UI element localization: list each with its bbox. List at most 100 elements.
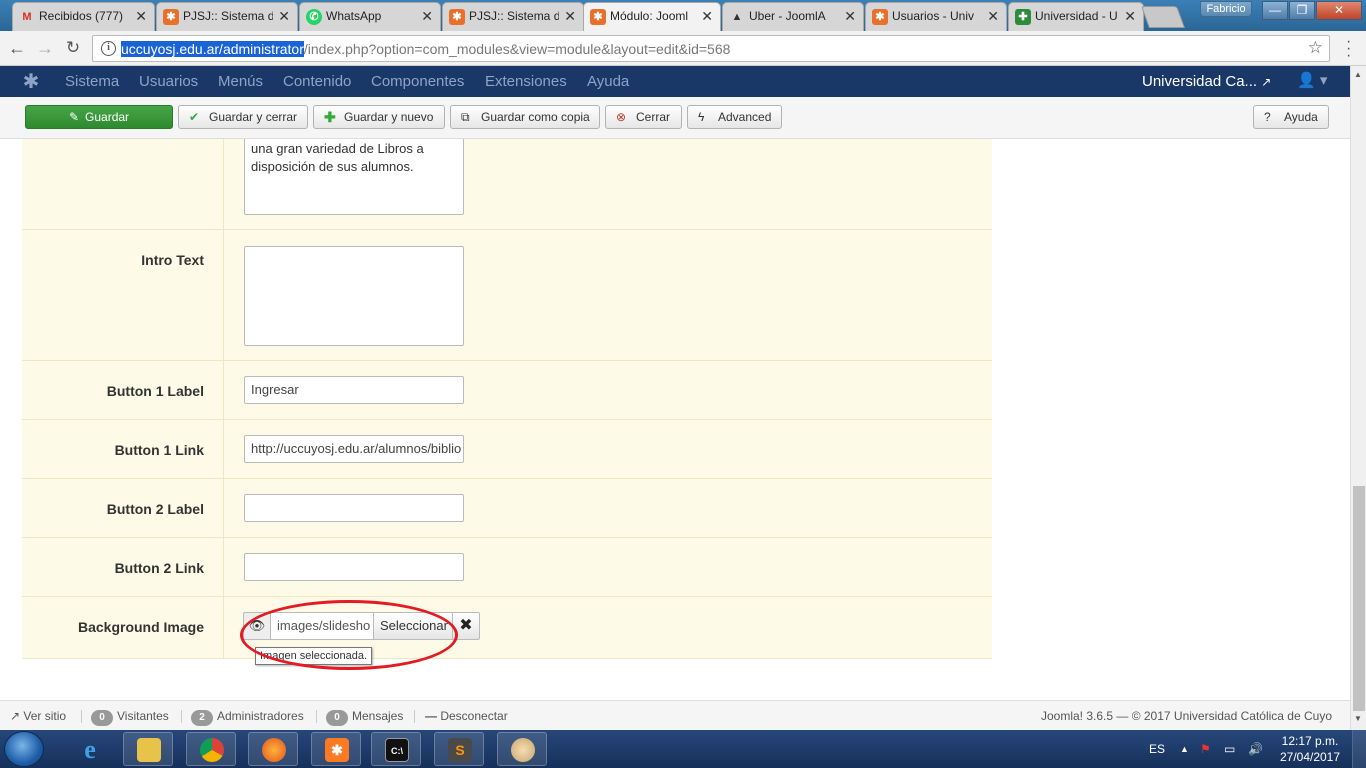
page-scrollbar[interactable]: ▲ ▼ xyxy=(1350,66,1366,730)
url-text[interactable]: uccuyosj.edu.ar/administrator/index.php?… xyxy=(121,41,730,57)
joomla-logo-icon[interactable]: ✱ xyxy=(20,71,42,93)
close-window-icon[interactable]: ✕ xyxy=(1316,1,1362,20)
bookmark-star-icon[interactable]: ☆ xyxy=(1308,38,1323,58)
button2-label-input[interactable] xyxy=(244,494,464,522)
close-tab-icon[interactable]: ✕ xyxy=(987,3,999,30)
close-button[interactable]: ⊗ Cerrar xyxy=(605,105,682,129)
help-button[interactable]: ? Ayuda xyxy=(1253,105,1329,129)
user-menu-icon[interactable]: 👤 ▾ xyxy=(1297,71,1327,89)
taskbar-firefox[interactable] xyxy=(248,732,298,766)
admin-status-bar: ↗ Ver sitio 0 Visitantes 2 Administradores… xyxy=(0,700,1350,730)
save-new-button[interactable]: ✚ Guardar y nuevo xyxy=(313,105,445,129)
volume-icon[interactable]: 🔊 xyxy=(1248,730,1263,768)
logout-link[interactable]: — Desconectar xyxy=(425,701,508,731)
start-button[interactable] xyxy=(4,731,44,767)
nav-item-sistema[interactable]: Sistema xyxy=(65,66,119,97)
taskbar-xampp[interactable]: ✱ xyxy=(311,732,361,766)
advanced-button[interactable]: ϟ Advanced xyxy=(687,105,782,129)
new-tab-button[interactable] xyxy=(1140,6,1186,28)
close-tab-icon[interactable]: ✕ xyxy=(278,3,290,30)
button2-link-input[interactable] xyxy=(244,553,464,581)
site-name-link[interactable]: Universidad Ca... ↗ xyxy=(1142,66,1271,98)
nav-item-contenido[interactable]: Contenido xyxy=(283,66,351,97)
close-label: Cerrar xyxy=(636,110,671,124)
messages-item[interactable]: 0 Mensajes xyxy=(326,701,403,731)
nav-item-usuarios[interactable]: Usuarios xyxy=(139,66,198,97)
browser-tab-pjsj-1[interactable]: ✱ PJSJ:: Sistema d ✕ xyxy=(156,2,298,31)
close-tab-icon[interactable]: ✕ xyxy=(844,3,856,30)
module-edit-form: una gran variedad de Libros a disposició… xyxy=(0,139,1350,700)
close-tab-icon[interactable]: ✕ xyxy=(701,3,713,30)
status-divider xyxy=(81,710,82,723)
nav-item-menus[interactable]: Menús xyxy=(218,66,263,97)
advanced-label: Advanced xyxy=(718,110,772,124)
save-button[interactable]: ✎ Guardar xyxy=(25,105,173,129)
scroll-down-icon[interactable]: ▼ xyxy=(1354,714,1362,723)
save-copy-button[interactable]: ⧉ Guardar como copia xyxy=(450,105,600,129)
sublime-icon: S xyxy=(448,738,472,762)
taskbar-paint[interactable] xyxy=(497,732,547,766)
scroll-up-icon[interactable]: ▲ xyxy=(1354,70,1362,79)
admin-navbar: ✱ Sistema Usuarios Menús Contenido Compo… xyxy=(0,66,1350,97)
close-tab-icon[interactable]: ✕ xyxy=(135,3,147,30)
button1-label-input[interactable]: Ingresar xyxy=(244,376,464,404)
tab-label: Uber - JoomlA xyxy=(749,9,826,23)
visitors-item[interactable]: 0 Visitantes xyxy=(91,701,169,731)
eye-preview-icon[interactable]: 👁 xyxy=(243,612,271,640)
taskbar-cmd[interactable]: C:\ xyxy=(371,732,421,766)
network-icon[interactable]: ▭ xyxy=(1224,730,1235,768)
forward-arrow-icon[interactable]: → xyxy=(34,37,56,59)
minus-icon: — xyxy=(425,709,437,723)
browser-tab-pjsj-2[interactable]: ✱ PJSJ:: Sistema d ✕ xyxy=(442,2,584,31)
taskbar-chrome[interactable] xyxy=(186,732,236,766)
description-textarea[interactable]: una gran variedad de Libros a disposició… xyxy=(244,139,464,215)
close-tab-icon[interactable]: ✕ xyxy=(1124,3,1136,30)
view-site-link[interactable]: ↗ Ver sitio xyxy=(10,701,66,731)
scroll-thumb[interactable] xyxy=(1353,486,1365,711)
url-input[interactable]: i uccuyosj.edu.ar/administrator/index.ph… xyxy=(92,35,1330,62)
admins-item[interactable]: 2 Administradores xyxy=(191,701,304,731)
help-label: Ayuda xyxy=(1284,110,1318,124)
reload-icon[interactable]: ↻ xyxy=(62,37,84,59)
background-image-input[interactable]: images/slidesho xyxy=(270,612,374,640)
intro-text-textarea[interactable] xyxy=(244,246,464,346)
close-tab-icon[interactable]: ✕ xyxy=(564,3,576,30)
close-tab-icon[interactable]: ✕ xyxy=(421,3,433,30)
logout-label: Desconectar xyxy=(440,709,508,723)
browser-tab-whatsapp[interactable]: ✆ WhatsApp ✕ xyxy=(299,2,441,31)
browser-menu-icon[interactable]: · · · xyxy=(1346,34,1351,64)
language-indicator[interactable]: ES xyxy=(1149,730,1165,768)
profile-badge[interactable]: Fabricio xyxy=(1200,1,1252,17)
nav-item-componentes[interactable]: Componentes xyxy=(371,66,464,97)
status-divider xyxy=(316,710,317,723)
uber-icon: ▲ xyxy=(731,11,743,23)
messages-badge: 0 xyxy=(326,710,348,726)
status-divider xyxy=(181,710,182,723)
browser-tab-usuarios[interactable]: ✱ Usuarios - Univ ✕ xyxy=(865,2,1007,31)
browser-tab-gmail[interactable]: M Recibidos (777) ✕ xyxy=(12,2,155,31)
nav-item-ayuda[interactable]: Ayuda xyxy=(587,66,629,97)
browser-tab-modulo-joomla[interactable]: ✱ Módulo: Jooml ✕ xyxy=(583,2,721,32)
maximize-window-icon[interactable]: ❐ xyxy=(1289,1,1315,20)
browser-tab-uber[interactable]: ▲ Uber - JoomlA ✕ xyxy=(722,2,864,31)
browser-tab-universidad[interactable]: ✚ Universidad - U ✕ xyxy=(1008,2,1144,31)
clear-image-icon[interactable]: ✖ xyxy=(452,612,480,640)
back-arrow-icon[interactable]: ← xyxy=(6,37,28,59)
minimize-window-icon[interactable]: — xyxy=(1262,1,1288,20)
taskbar-sublime[interactable]: S xyxy=(434,732,484,766)
admins-badge: 2 xyxy=(191,710,213,726)
tray-expand-icon[interactable]: ▲ xyxy=(1180,730,1189,768)
paint-icon xyxy=(511,738,535,762)
taskbar-explorer[interactable] xyxy=(123,732,173,766)
select-image-button[interactable]: Seleccionar xyxy=(373,612,453,640)
info-icon[interactable]: i xyxy=(101,41,116,56)
show-desktop-button[interactable] xyxy=(1352,730,1366,768)
save-close-button[interactable]: ✔ Guardar y cerrar xyxy=(178,105,308,129)
button1-link-input[interactable]: http://uccuyosj.edu.ar/alumnos/biblio xyxy=(244,435,464,463)
flag-alert-icon[interactable]: ⚑ xyxy=(1200,730,1211,768)
system-clock[interactable]: 12:17 p.m. 27/04/2017 xyxy=(1272,733,1348,765)
edit-toolbar: ✎ Guardar ✔ Guardar y cerrar ✚ Guardar y nu… xyxy=(0,97,1350,139)
taskbar-ie[interactable]: e xyxy=(64,732,114,766)
external-link-icon: ↗ xyxy=(10,709,21,723)
nav-item-extensiones[interactable]: Extensiones xyxy=(485,66,567,97)
